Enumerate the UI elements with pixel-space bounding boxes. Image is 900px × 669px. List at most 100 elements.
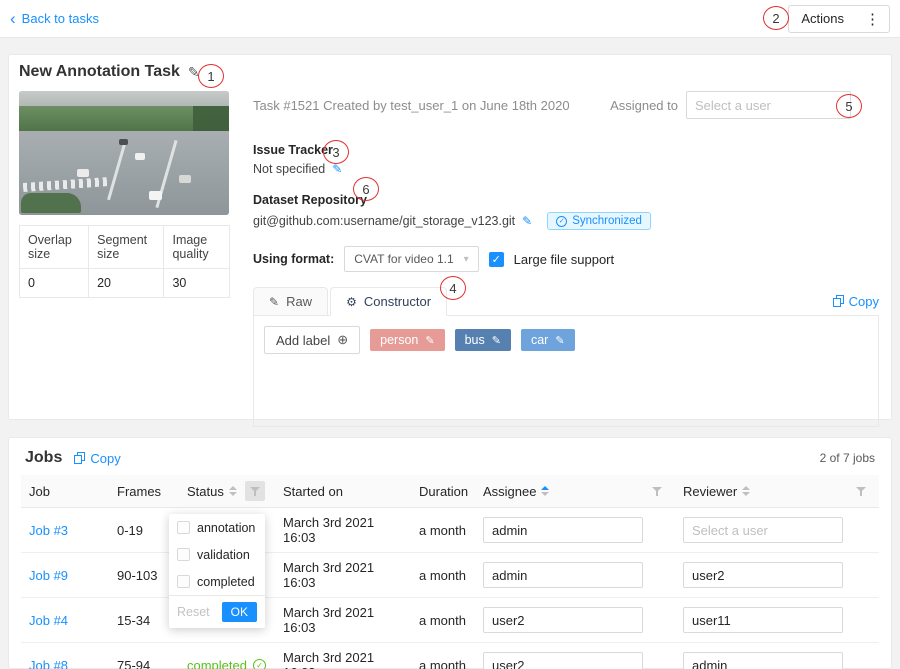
job-link[interactable]: Job #9	[29, 568, 68, 583]
param-header-quality: Image quality	[164, 226, 230, 269]
col-assignee: Assignee	[483, 484, 536, 499]
table-row: Job #8 75-94 completed ✓ March 3rd 2021 …	[21, 643, 879, 669]
started-cell: March 3rd 2021 16:03	[275, 508, 411, 553]
back-to-tasks-link[interactable]: ‹ Back to tasks	[10, 11, 99, 26]
dataset-repository-block: Dataset Repository git@github.com:userna…	[253, 193, 879, 230]
format-select[interactable]: CVAT for video 1.1 ▾	[344, 246, 478, 272]
label-tag-car-name: car	[531, 333, 548, 347]
large-file-support-checkbox[interactable]: ✓	[489, 252, 504, 267]
col-started-on: Started on	[283, 484, 343, 499]
validation-checkbox[interactable]	[177, 548, 190, 561]
repository-url[interactable]: git@github.com:username/git_storage_v123…	[253, 214, 515, 228]
col-status: Status	[187, 484, 224, 499]
filter-option-completed[interactable]: completed	[169, 568, 265, 595]
frames-cell: 75-94	[109, 643, 179, 669]
col-job: Job	[29, 484, 50, 499]
labels-constructor-panel: Add label ⊕ person ✎ bus ✎ car ✎	[253, 315, 879, 427]
assigned-to-group: Assigned to	[610, 91, 851, 119]
copy-labels-button[interactable]: Copy	[833, 294, 879, 309]
add-label-label: Add label	[276, 333, 330, 348]
status-filter-icon[interactable]	[245, 481, 265, 501]
reviewer-sort-icon[interactable]	[742, 486, 750, 496]
tab-raw[interactable]: ✎ Raw	[253, 287, 328, 316]
edit-icon[interactable]: ✎	[425, 334, 434, 347]
filter-option-completed-label: completed	[197, 575, 255, 589]
assignee-input[interactable]	[483, 652, 643, 669]
issue-tracker-label: Issue Tracker	[253, 143, 879, 157]
filter-option-validation[interactable]: validation	[169, 541, 265, 568]
using-format-label: Using format:	[253, 252, 334, 266]
started-cell: March 3rd 2021 16:03	[275, 598, 411, 643]
status-sort-icon[interactable]	[229, 486, 237, 496]
reviewer-input[interactable]	[683, 607, 843, 633]
task-title-row: New Annotation Task ✎	[19, 63, 200, 81]
job-link[interactable]: Job #8	[29, 658, 68, 669]
synchronized-label: Synchronized	[572, 215, 642, 227]
edit-icon: ✎	[269, 295, 279, 309]
jobs-card: Jobs Copy 2 of 7 jobs Job Frames	[8, 437, 892, 669]
tab-constructor[interactable]: ⚙ Constructor	[330, 287, 447, 316]
filter-option-validation-label: validation	[197, 548, 250, 562]
assignee-input[interactable]	[483, 517, 643, 543]
assignee-sort-icon[interactable]	[541, 486, 549, 496]
started-cell: March 3rd 2021 16:03	[275, 553, 411, 598]
assigned-to-label: Assigned to	[610, 98, 678, 113]
table-row: Job #4 15-34 March 3rd 2021 16:03 a mont…	[21, 598, 879, 643]
filter-ok-button[interactable]: OK	[222, 602, 257, 622]
dataset-repository-label: Dataset Repository	[253, 193, 879, 207]
assignee-filter-icon[interactable]	[647, 481, 667, 501]
jobs-table-wrap: Job Frames Status Started on Duration	[9, 475, 891, 669]
param-value-overlap: 0	[20, 269, 89, 298]
task-details-column: Task #1521 Created by test_user_1 on Jun…	[253, 91, 879, 411]
label-tag-person-name: person	[380, 333, 418, 347]
filter-reset-button[interactable]: Reset	[177, 605, 210, 619]
add-label-button[interactable]: Add label ⊕	[264, 326, 360, 354]
filter-option-annotation[interactable]: annotation	[169, 514, 265, 541]
job-link[interactable]: Job #4	[29, 613, 68, 628]
edit-icon[interactable]: ✎	[492, 334, 501, 347]
reviewer-input[interactable]	[683, 562, 843, 588]
edit-repository-icon[interactable]: ✎	[522, 214, 532, 228]
status-completed-text: completed	[187, 658, 247, 669]
completed-checkbox[interactable]	[177, 575, 190, 588]
assignee-input[interactable]	[483, 562, 643, 588]
param-header-overlap: Overlap size	[20, 226, 89, 269]
jobs-count: 2 of 7 jobs	[820, 451, 875, 465]
edit-issue-tracker-icon[interactable]: ✎	[332, 162, 342, 176]
jobs-title: Jobs	[25, 449, 62, 467]
label-tag-bus-name: bus	[465, 333, 485, 347]
jobs-table-header-row: Job Frames Status Started on Duration	[21, 475, 879, 508]
preview-car	[77, 169, 89, 177]
reviewer-input[interactable]	[683, 652, 843, 669]
task-meta-row: Task #1521 Created by test_user_1 on Jun…	[253, 91, 879, 119]
tab-constructor-label: Constructor	[364, 294, 431, 309]
reviewer-input[interactable]	[683, 517, 843, 543]
copy-jobs-button[interactable]: Copy	[74, 451, 120, 466]
edit-icon[interactable]: ✎	[555, 334, 564, 347]
reviewer-filter-icon[interactable]	[851, 481, 871, 501]
actions-button[interactable]: Actions ⋮	[788, 5, 890, 33]
back-to-tasks-label: Back to tasks	[22, 11, 99, 26]
tab-raw-label: Raw	[286, 294, 312, 309]
duration-cell: a month	[411, 643, 475, 669]
duration-cell: a month	[411, 553, 475, 598]
top-bar: ‹ Back to tasks Actions ⋮	[0, 0, 900, 38]
param-value-quality: 30	[164, 269, 230, 298]
label-tag-person[interactable]: person ✎	[370, 329, 444, 351]
copy-jobs-label: Copy	[90, 451, 120, 466]
preview-car	[149, 191, 162, 200]
issue-tracker-value: Not specified	[253, 162, 325, 176]
assignee-select-input[interactable]	[686, 91, 851, 119]
annotation-checkbox[interactable]	[177, 521, 190, 534]
duration-cell: a month	[411, 598, 475, 643]
synchronized-badge[interactable]: ✓ Synchronized	[547, 212, 651, 230]
preview-car	[179, 175, 191, 183]
filter-option-annotation-label: annotation	[197, 521, 255, 535]
label-tag-car[interactable]: car ✎	[521, 329, 575, 351]
cvat-task-page: ‹ Back to tasks Actions ⋮ New Annotation…	[0, 0, 900, 669]
edit-title-icon[interactable]: ✎	[188, 64, 200, 81]
label-tag-bus[interactable]: bus ✎	[455, 329, 511, 351]
assignee-input[interactable]	[483, 607, 643, 633]
task-preview-image[interactable]	[19, 91, 229, 215]
job-link[interactable]: Job #3	[29, 523, 68, 538]
